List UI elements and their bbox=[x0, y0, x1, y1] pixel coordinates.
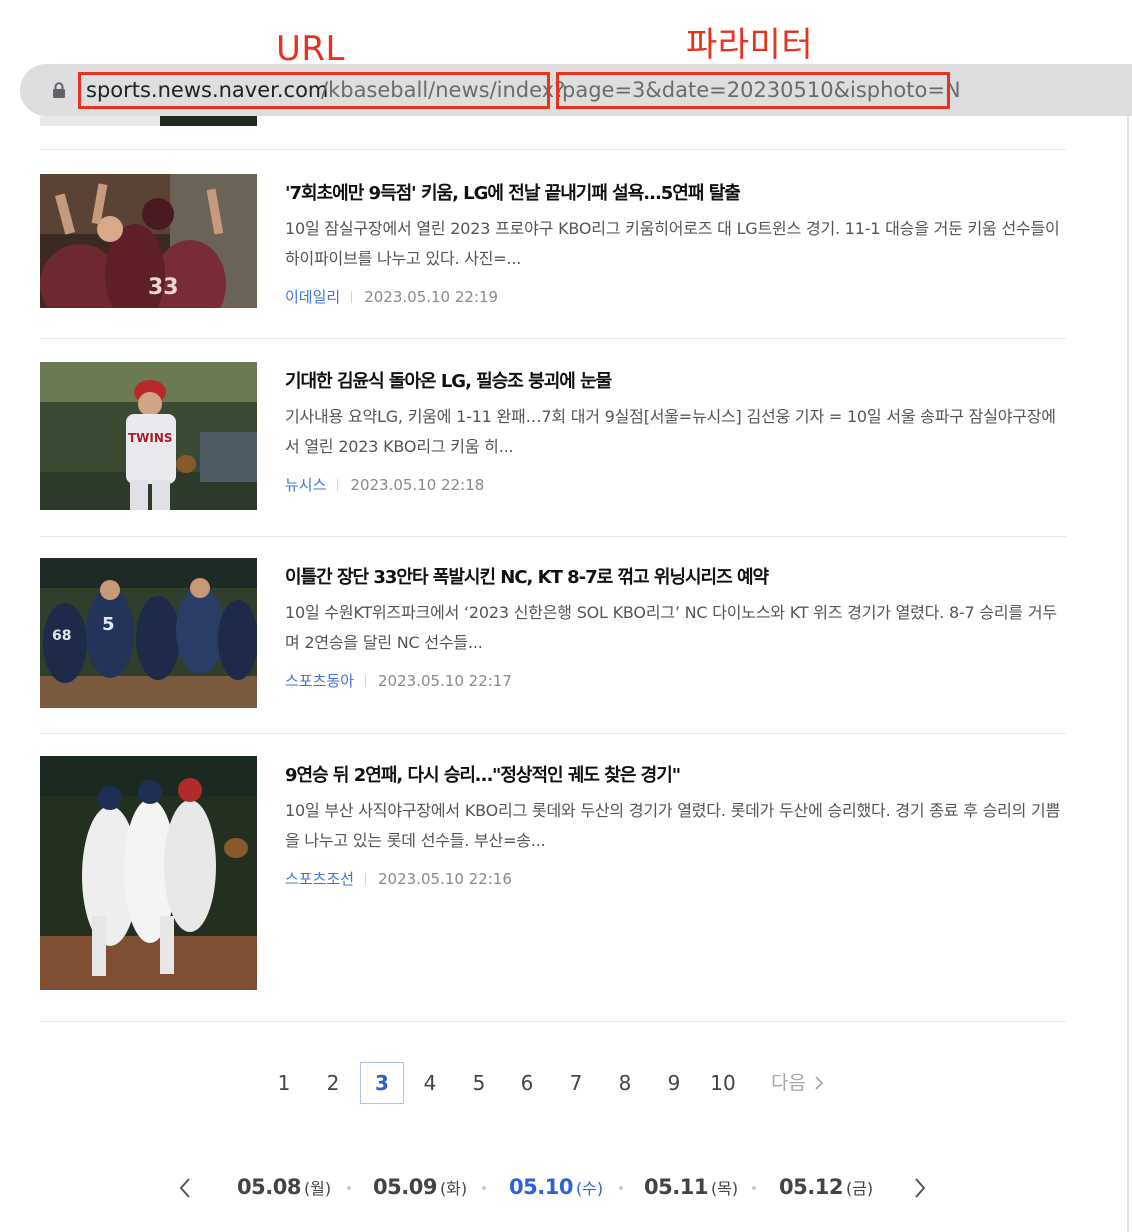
date-separator-dot bbox=[482, 1186, 486, 1190]
article-divider bbox=[40, 149, 1066, 150]
date-item[interactable]: 05.11 (목) bbox=[644, 1175, 738, 1199]
article-meta: 스포츠동아 2023.05.10 22:17 bbox=[285, 671, 512, 691]
article-thumbnail[interactable]: 33 bbox=[40, 174, 257, 308]
page-link[interactable]: 6 bbox=[512, 1062, 542, 1104]
date-label: 05.09 bbox=[373, 1175, 437, 1199]
svg-text:5: 5 bbox=[102, 614, 115, 635]
article-divider bbox=[40, 536, 1066, 537]
page-link[interactable]: 4 bbox=[415, 1062, 445, 1104]
date-item[interactable]: 05.09 (화) bbox=[373, 1175, 467, 1199]
article-divider bbox=[40, 338, 1066, 339]
scrollbar-track[interactable] bbox=[1127, 116, 1129, 1232]
article-thumbnail[interactable]: TWINS bbox=[40, 362, 257, 510]
article-title[interactable]: 9연승 뒤 2연패, 다시 승리…"정상적인 궤도 찾은 경기" bbox=[285, 764, 681, 788]
date-label: 05.12 bbox=[779, 1175, 843, 1199]
date-label: 05.08 bbox=[237, 1175, 301, 1199]
date-label: 05.11 bbox=[644, 1175, 708, 1199]
url-annotation-label: URL bbox=[276, 29, 345, 69]
article-time: 2023.05.10 22:19 bbox=[364, 288, 499, 306]
parameter-annotation-label: 파라미터 bbox=[686, 25, 814, 65]
article-time: 2023.05.10 22:18 bbox=[350, 476, 485, 494]
next-date-arrow-icon[interactable] bbox=[912, 1176, 928, 1200]
article-meta: 스포츠조선 2023.05.10 22:16 bbox=[285, 869, 512, 889]
page-link[interactable]: 10 bbox=[705, 1062, 741, 1104]
press-name-link[interactable]: 이데일리 bbox=[285, 288, 340, 306]
article-time: 2023.05.10 22:16 bbox=[378, 870, 512, 888]
article-thumbnail[interactable]: 68 5 bbox=[40, 558, 257, 708]
next-page-button[interactable]: 다음 bbox=[771, 1062, 824, 1104]
article-summary[interactable]: 10일 잠실구장에서 열린 2023 프로야구 KBO리그 키움히어로즈 대 L… bbox=[285, 214, 1061, 274]
article-title[interactable]: 이틀간 장단 33안타 폭발시킨 NC, KT 8-7로 꺾고 위닝시리즈 예약 bbox=[285, 566, 769, 590]
press-name-link[interactable]: 스포츠조선 bbox=[285, 870, 354, 888]
article-divider bbox=[40, 733, 1066, 734]
page-link[interactable]: 1 bbox=[269, 1062, 299, 1104]
url-highlight-box bbox=[78, 72, 550, 109]
page-link[interactable]: 2 bbox=[318, 1062, 348, 1104]
parameter-highlight-box bbox=[556, 72, 950, 109]
weekday-label: (화) bbox=[439, 1179, 468, 1198]
date-item[interactable]: 05.08 (월) bbox=[237, 1175, 331, 1199]
page-link[interactable]: 7 bbox=[561, 1062, 591, 1104]
next-page-label: 다음 bbox=[771, 1072, 806, 1094]
article-thumbnail[interactable] bbox=[40, 756, 257, 990]
prev-date-arrow-icon[interactable] bbox=[177, 1176, 193, 1200]
page-link[interactable]: 5 bbox=[464, 1062, 494, 1104]
date-separator-dot bbox=[752, 1186, 756, 1190]
date-item-selected[interactable]: 05.10 (수) bbox=[509, 1175, 603, 1199]
list-bottom-divider bbox=[40, 1021, 1066, 1022]
article-meta: 뉴시스 2023.05.10 22:18 bbox=[285, 475, 484, 495]
date-item[interactable]: 05.12 (금) bbox=[779, 1175, 873, 1199]
press-name-link[interactable]: 스포츠동아 bbox=[285, 672, 354, 690]
previous-article-thumbnail[interactable] bbox=[40, 116, 257, 126]
svg-text:68: 68 bbox=[52, 628, 71, 644]
article-summary[interactable]: 기사내용 요약LG, 키움에 1-11 완패…7회 대거 9실점[서울=뉴시스]… bbox=[285, 402, 1061, 462]
article-title[interactable]: '7회초에만 9득점' 키움, LG에 전날 끝내기패 설욕...5연패 탈출 bbox=[285, 182, 741, 206]
date-separator-dot bbox=[619, 1186, 623, 1190]
weekday-label: (수) bbox=[575, 1179, 604, 1198]
page-link-current[interactable]: 3 bbox=[360, 1062, 404, 1104]
article-meta: 이데일리 2023.05.10 22:19 bbox=[285, 287, 498, 307]
weekday-label: (금) bbox=[845, 1179, 874, 1198]
press-name-link[interactable]: 뉴시스 bbox=[285, 476, 326, 494]
page-link[interactable]: 9 bbox=[659, 1062, 689, 1104]
lock-icon bbox=[53, 82, 65, 98]
article-title[interactable]: 기대한 김윤식 돌아온 LG, 필승조 붕괴에 눈물 bbox=[285, 370, 612, 394]
weekday-label: (월) bbox=[303, 1179, 332, 1198]
chevron-right-icon bbox=[815, 1076, 824, 1090]
page-link[interactable]: 8 bbox=[610, 1062, 640, 1104]
weekday-label: (목) bbox=[710, 1179, 739, 1198]
date-label: 05.10 bbox=[509, 1175, 573, 1199]
article-time: 2023.05.10 22:17 bbox=[378, 672, 512, 690]
date-separator-dot bbox=[347, 1186, 351, 1190]
article-summary[interactable]: 10일 수원KT위즈파크에서 ‘2023 신한은행 SOL KBO리그’ NC … bbox=[285, 598, 1061, 658]
article-summary[interactable]: 10일 부산 사직야구장에서 KBO리그 롯데와 두산의 경기가 열렸다. 롯데… bbox=[285, 796, 1061, 856]
svg-text:TWINS: TWINS bbox=[128, 431, 173, 445]
svg-text:33: 33 bbox=[148, 275, 179, 300]
